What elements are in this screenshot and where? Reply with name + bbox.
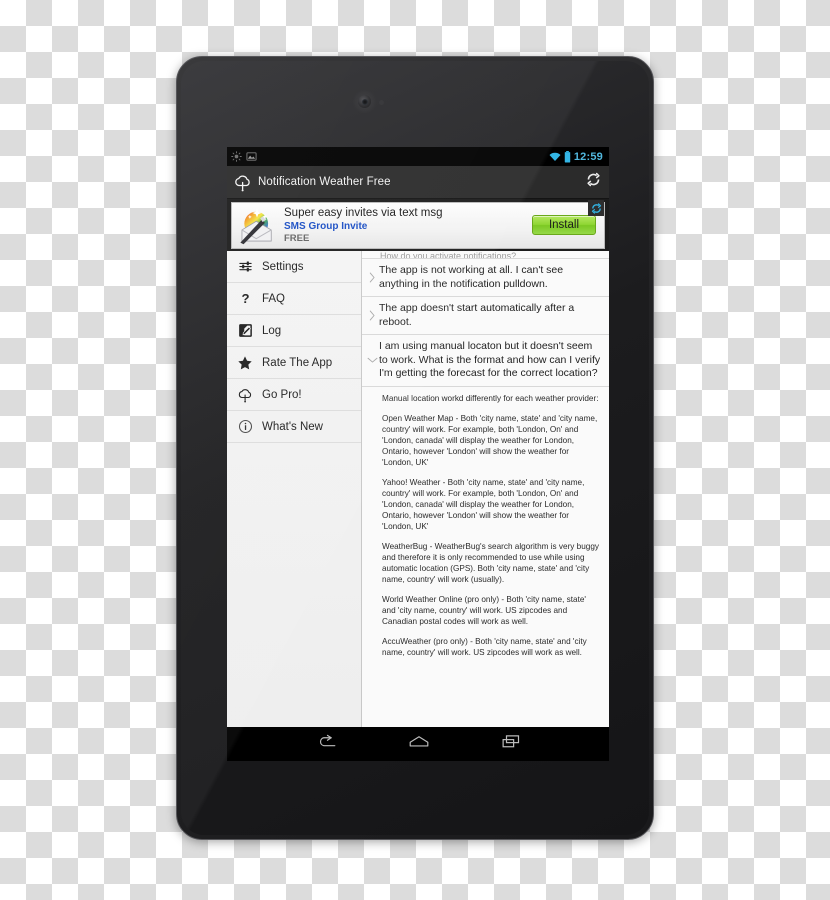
info-circle-icon (235, 419, 255, 434)
faq-answer-paragraph: WeatherBug - WeatherBug's search algorit… (382, 541, 599, 584)
sidebar-item-faq[interactable]: ? FAQ (227, 283, 361, 315)
device-screen: 12:59 Notification Weather Free Settings… (227, 147, 609, 761)
sidebar-item-go-pro[interactable]: Go Pro! (227, 379, 361, 411)
faq-question-text: I am using manual locaton but it doesn't… (379, 340, 601, 379)
status-clock: 12:59 (573, 150, 603, 163)
status-bar: 12:59 (227, 147, 609, 166)
faq-answer-paragraph: AccuWeather (pro only) - Both 'city name… (382, 636, 587, 657)
ad-banner-container: Super easy invites via text msg SMS Grou… (227, 199, 609, 251)
chevron-right-icon (365, 272, 379, 283)
faq-answer-paragraph: Yahoo! Weather - Both 'city name, state'… (382, 477, 585, 531)
sidebar-item-log[interactable]: Log (227, 315, 361, 347)
home-icon (409, 736, 429, 747)
ad-headline: Super easy invites via text msg (284, 207, 443, 219)
ad-price: FREE (284, 233, 310, 244)
sidebar-menu: Settings ? FAQ Log Rate The App Go Pro! … (227, 199, 362, 727)
app-header: Notification Weather Free (227, 166, 609, 199)
faq-answer: Manual location workd differently for ea… (362, 387, 609, 664)
screenshot-icon (246, 152, 257, 161)
question-mark-icon: ? (235, 291, 255, 306)
status-system-icons: 12:59 (549, 150, 605, 163)
ad-advertiser[interactable]: SMS Group Invite (284, 220, 443, 233)
nav-recents-button[interactable] (501, 734, 521, 754)
faq-question-row[interactable]: The app doesn't start automatically afte… (362, 297, 609, 335)
refresh-button[interactable] (586, 172, 601, 192)
faq-question-text: The app doesn't start automatically afte… (379, 302, 575, 328)
faq-list: How do you activate notifications? The a… (362, 199, 609, 727)
recents-icon (502, 735, 520, 748)
faq-question-text: The app is not working at all. I can't s… (379, 264, 564, 290)
brightness-icon (231, 151, 242, 162)
faq-answer-paragraph: Open Weather Map - Both 'city name, stat… (382, 413, 598, 467)
sidebar-item-whats-new[interactable]: What's New (227, 411, 361, 443)
status-notification-icons (231, 151, 257, 162)
ad-text-block: Super easy invites via text msg SMS Grou… (284, 206, 443, 245)
sidebar-item-label: Log (262, 324, 282, 337)
chevron-right-icon (365, 310, 379, 321)
main-content: Settings ? FAQ Log Rate The App Go Pro! … (227, 199, 609, 727)
nav-home-button[interactable] (408, 734, 430, 754)
ad-refresh-button[interactable] (588, 200, 604, 216)
ad-refresh-icon (591, 202, 601, 214)
proximity-sensor-icon (379, 100, 384, 105)
app-title: Notification Weather Free (258, 176, 391, 188)
refresh-icon (587, 172, 600, 187)
sidebar-item-label: Settings (262, 260, 304, 273)
wifi-icon (549, 152, 561, 161)
star-icon (235, 355, 255, 371)
cloud-raindrop-logo-icon (235, 175, 250, 191)
install-button[interactable]: Install (531, 214, 596, 235)
sidebar-item-label: Go Pro! (262, 388, 302, 401)
sidebar-item-rate-the-app[interactable]: Rate The App (227, 347, 361, 379)
front-camera-icon (358, 95, 371, 108)
back-icon (319, 734, 336, 746)
sliders-icon (235, 259, 255, 274)
sidebar-item-settings[interactable]: Settings (227, 251, 361, 283)
battery-icon (564, 150, 571, 162)
sidebar-item-label: What's New (262, 420, 323, 433)
android-nav-bar (227, 727, 609, 761)
cloud-raindrop-icon (235, 387, 255, 403)
faq-answer-paragraph: World Weather Online (pro only) - Both '… (382, 594, 586, 626)
sidebar-item-label: Rate The App (262, 356, 333, 369)
ad-banner[interactable]: Super easy invites via text msg SMS Grou… (231, 200, 605, 249)
tablet-device: 12:59 Notification Weather Free Settings… (176, 56, 654, 840)
nav-back-button[interactable] (315, 734, 337, 755)
faq-question-row-expanded[interactable]: I am using manual locaton but it doesn't… (362, 335, 609, 387)
sidebar-item-label: FAQ (262, 292, 286, 305)
edit-square-icon (235, 323, 255, 338)
device-bezel: 12:59 Notification Weather Free Settings… (181, 61, 649, 835)
faq-question-row[interactable]: The app is not working at all. I can't s… (362, 259, 609, 297)
faq-clipped-item[interactable]: How do you activate notifications? (362, 251, 609, 259)
faq-answer-paragraph: Manual location workd differently for ea… (382, 393, 599, 403)
magic-wand-envelope-icon (240, 208, 272, 244)
chevron-down-icon (365, 356, 379, 364)
svg-text:?: ? (241, 291, 249, 306)
